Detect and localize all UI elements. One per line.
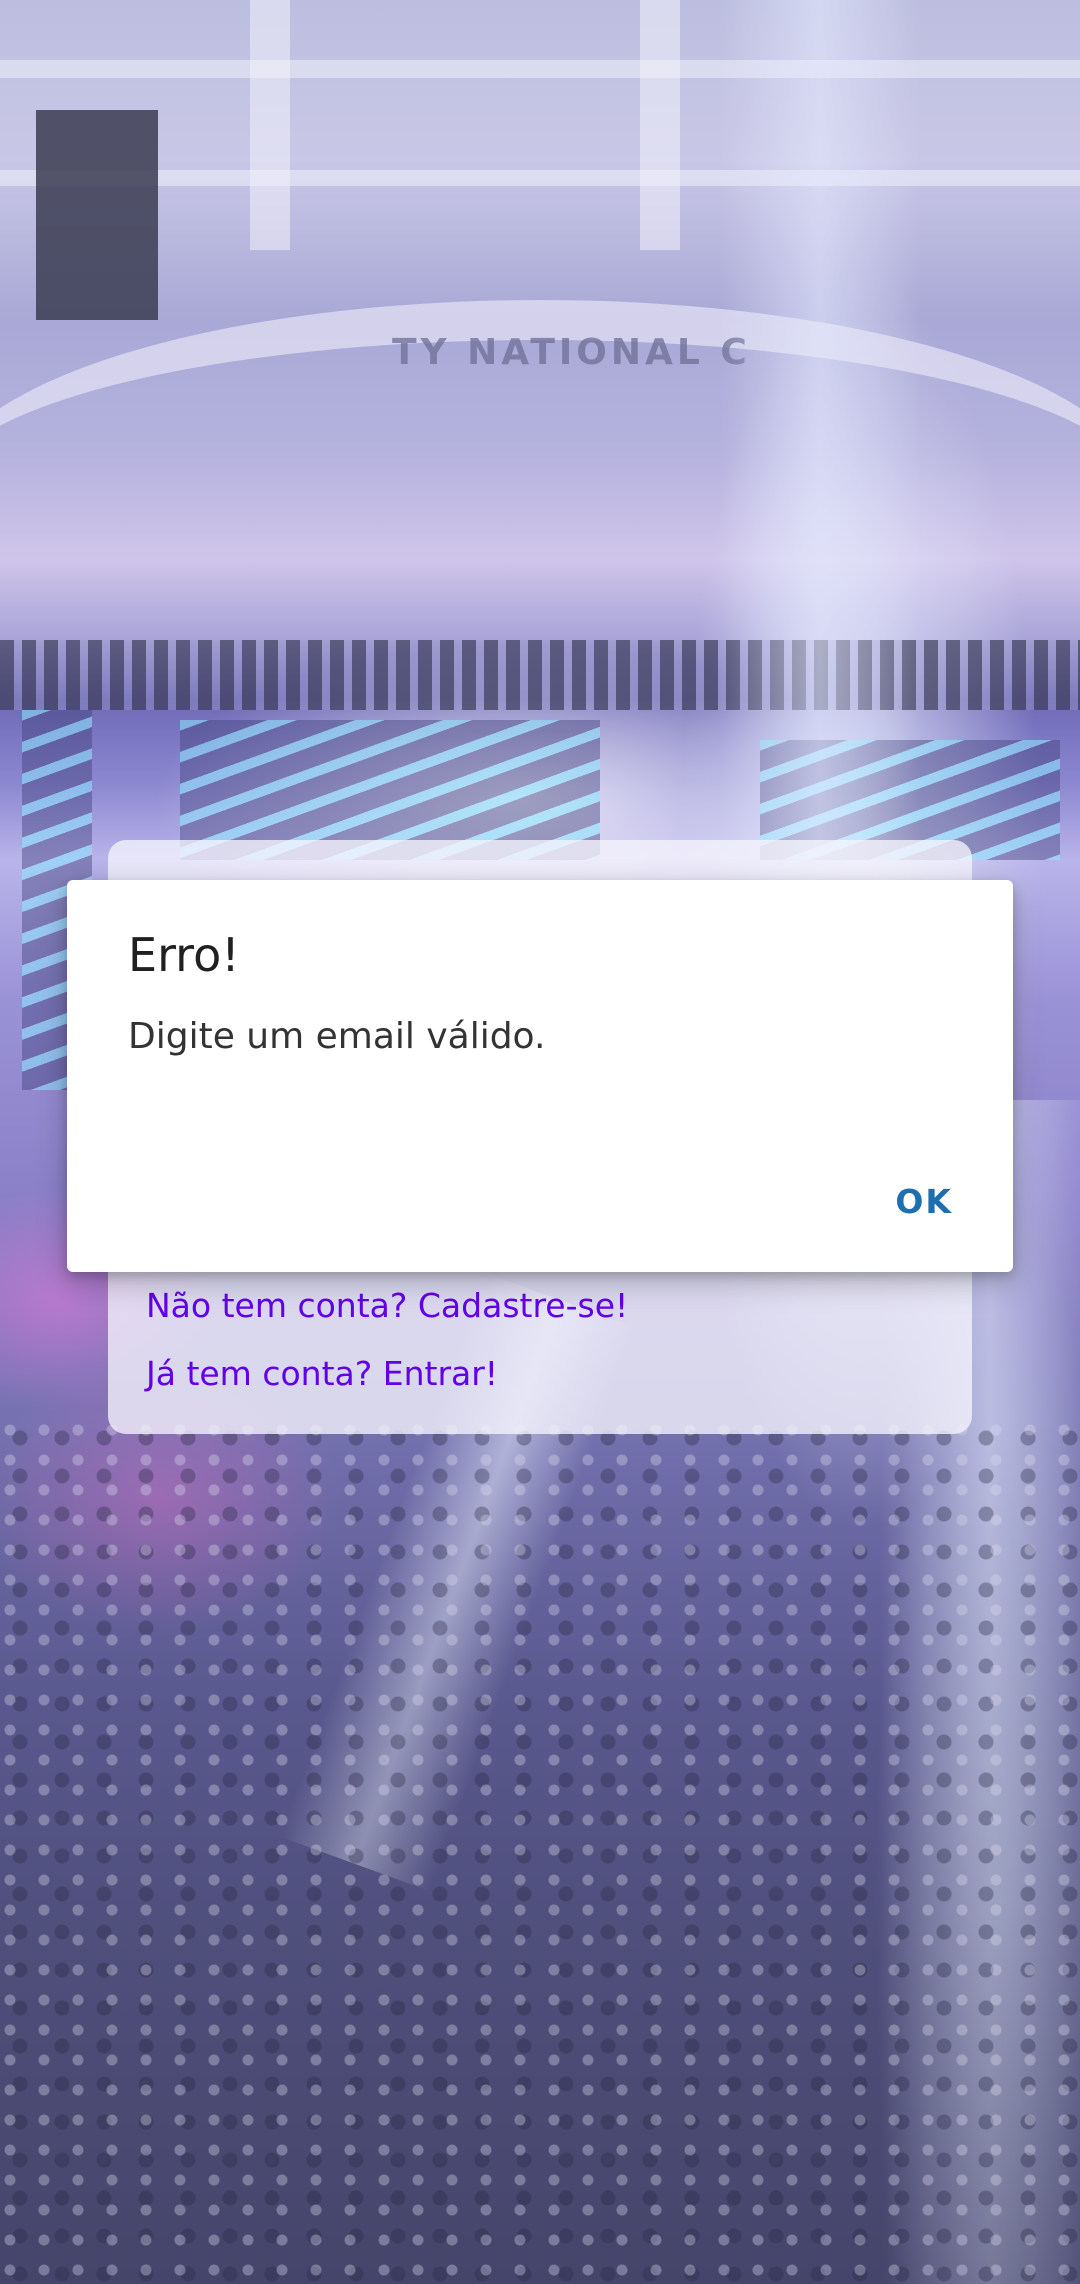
dialog-message: Digite um email válido.	[128, 1016, 546, 1057]
ok-button[interactable]: OK	[895, 1182, 953, 1221]
dialog-title: Erro!	[128, 928, 240, 982]
app-screen: TY NATIONAL C Não tem conta? Cadastre-se…	[0, 0, 1080, 2284]
error-dialog: Erro! Digite um email válido. OK	[67, 880, 1013, 1272]
